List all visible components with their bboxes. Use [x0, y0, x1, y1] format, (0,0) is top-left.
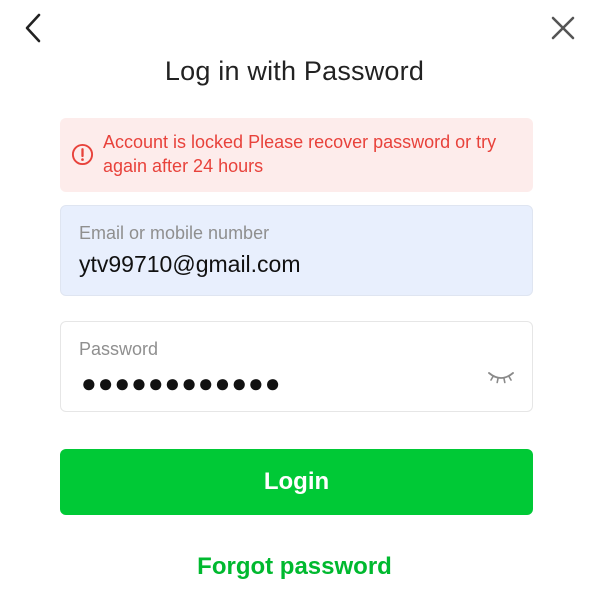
error-alert: Account is locked Please recover passwor…	[60, 118, 533, 192]
password-input[interactable]: ●●●●●●●●●●●●	[81, 368, 281, 399]
email-field[interactable]: Email or mobile number ytv99710@gmail.co…	[60, 205, 533, 296]
alert-circle-icon	[71, 143, 94, 166]
password-field[interactable]: Password ●●●●●●●●●●●●	[60, 321, 533, 412]
chevron-left-icon	[25, 13, 41, 43]
login-button[interactable]: Login	[60, 449, 533, 515]
page-title: Log in with Password	[164, 56, 425, 86]
close-button[interactable]	[547, 12, 579, 44]
email-input[interactable]: ytv99710@gmail.com	[79, 251, 301, 278]
email-field-label: Email or mobile number	[79, 223, 270, 243]
login-dialog: Log in with Password Account is locked P…	[0, 0, 589, 611]
close-icon	[551, 16, 575, 40]
forgot-password-link[interactable]: Forgot password	[0, 553, 589, 581]
alert-message: Account is locked Please recover passwor…	[103, 132, 497, 176]
back-button[interactable]	[18, 12, 50, 44]
password-field-label: Password	[79, 339, 159, 359]
eye-closed-icon	[488, 372, 514, 384]
password-visibility-toggle[interactable]	[486, 366, 516, 388]
